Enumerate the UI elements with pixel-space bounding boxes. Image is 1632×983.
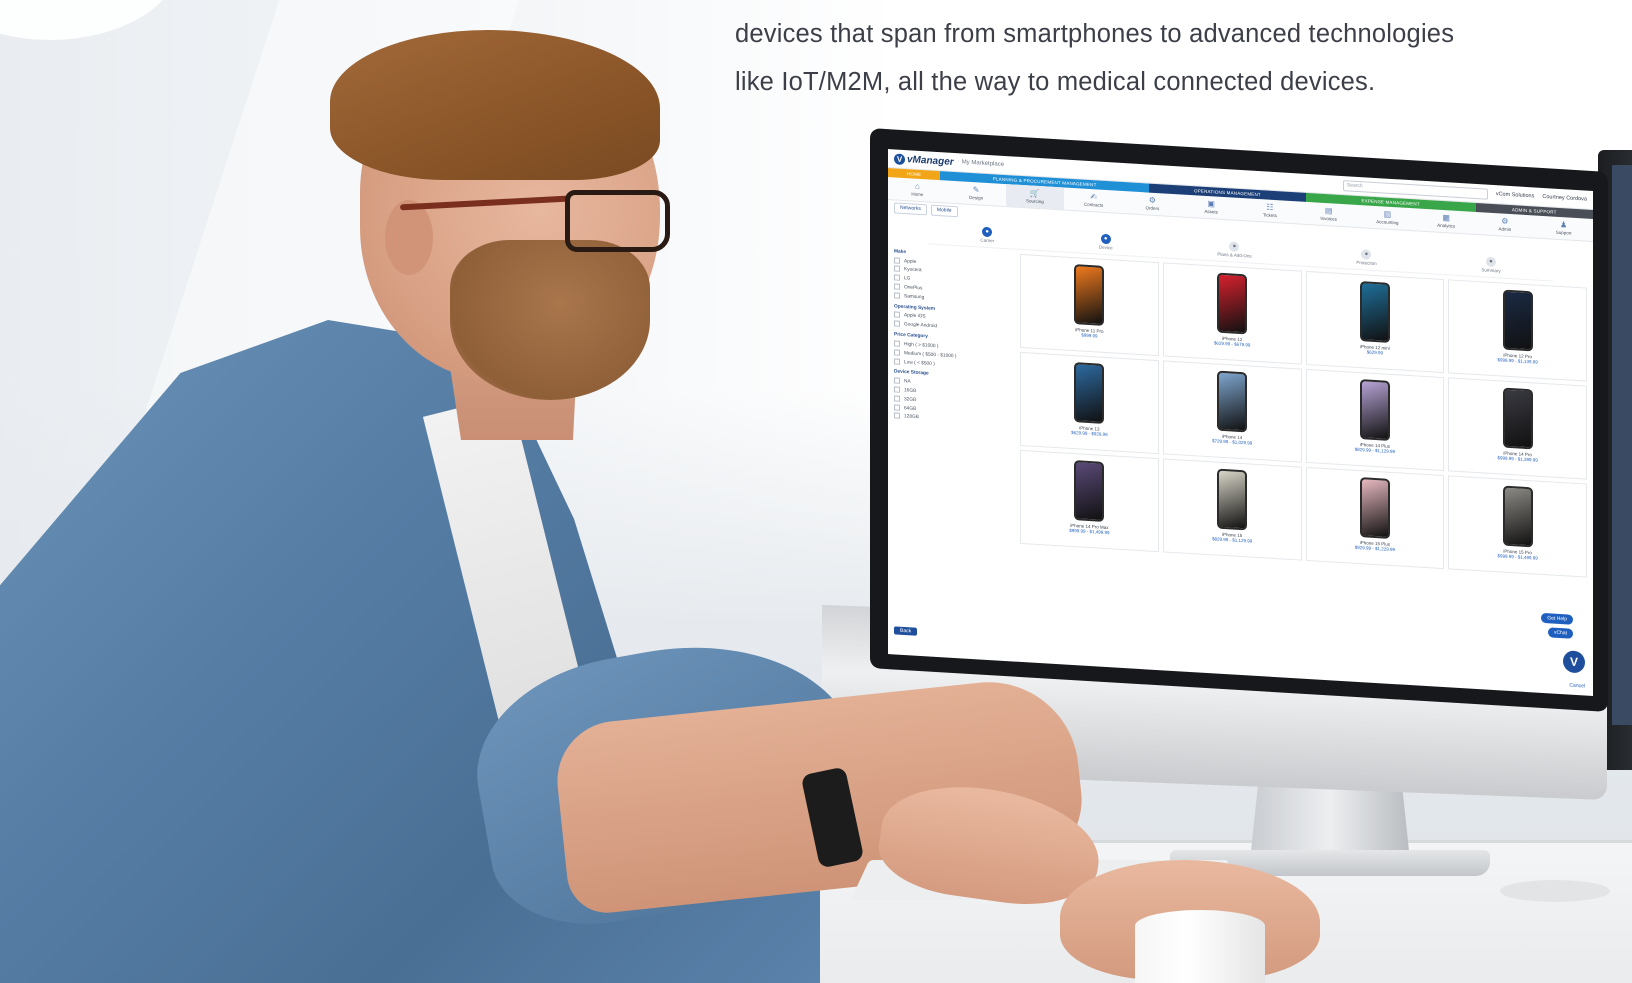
device-card: iPhone 12 Pro $999.99 - $1,139.99 xyxy=(1448,279,1587,382)
back-button: Back xyxy=(894,626,918,636)
nav-item-label: Tickets xyxy=(1262,212,1277,219)
nav-item: ✍ Contracts xyxy=(1064,188,1123,213)
company-name: vCom Solutions xyxy=(1495,191,1535,200)
nav-item: ▤ Invoices xyxy=(1299,201,1358,226)
step: ● Device xyxy=(1098,233,1113,251)
nav-item: ♟ Support xyxy=(1534,215,1593,240)
nav-item: ⌂ Home xyxy=(888,177,947,202)
nav-item-label: Orders xyxy=(1145,205,1160,212)
nav-item: ▥ Accounting xyxy=(1358,205,1417,230)
step-icon: ● xyxy=(1100,233,1111,245)
cancel-link: Cancel xyxy=(1569,682,1585,690)
second-monitor-screen xyxy=(1612,165,1632,725)
device-grid: iPhone 11 Pro $999.99 iPhone 12 $629.99 - $… xyxy=(1020,253,1587,578)
step-label: Plans & Add-Ons xyxy=(1217,251,1252,259)
copy-line-1: devices that span from smartphones to ad… xyxy=(735,20,1455,48)
nav-item-label: Analytics xyxy=(1437,222,1456,229)
nav-item-label: Admin xyxy=(1498,226,1512,233)
user-name: Courtney Cordova xyxy=(1542,193,1587,203)
phone-image xyxy=(1502,289,1533,352)
nav-item-label: Contracts xyxy=(1083,201,1104,208)
phone-image xyxy=(1502,387,1533,450)
logo-v-icon: V xyxy=(894,152,905,165)
device-card: iPhone 14 $729.99 - $1,029.99 xyxy=(1162,360,1302,463)
phone-image xyxy=(1502,485,1533,548)
copy-line-2: like IoT/M2M, all the way to medical con… xyxy=(735,68,1376,96)
coffee-cup xyxy=(1135,910,1265,983)
logo-text: vManager xyxy=(907,153,954,168)
filter-panel: Make Apple Kyocera LG OnePlus Samsung Operatin… xyxy=(894,246,1014,543)
vchat-button: vChat xyxy=(1547,627,1573,639)
nav-item-label: Assets xyxy=(1204,208,1218,215)
step: ● Protection xyxy=(1356,249,1377,267)
person-ear xyxy=(385,200,433,275)
get-help-button: Get Help xyxy=(1541,612,1573,625)
step-icon: ● xyxy=(1229,241,1240,252)
step: ● Summary xyxy=(1481,256,1501,274)
nav-item: ▦ Analytics xyxy=(1417,208,1476,233)
background-circle xyxy=(0,0,180,40)
nav-item: ▣ Assets xyxy=(1182,195,1241,220)
glasses-icon xyxy=(565,190,670,252)
step: ● Carrier xyxy=(980,226,995,244)
tab: Networks xyxy=(894,202,927,216)
device-card: iPhone 14 Plus $829.99 - $1,129.99 xyxy=(1305,368,1445,472)
phone-image xyxy=(1359,281,1390,343)
step-label: Summary xyxy=(1481,267,1501,274)
nav-item-label: Support xyxy=(1555,229,1572,236)
step-icon: ● xyxy=(1485,256,1496,268)
device-card: iPhone 15 $829.99 - $1,129.99 xyxy=(1162,458,1302,561)
device-card: iPhone 15 Pro $999.99 - $1,499.99 xyxy=(1448,475,1587,578)
phone-image xyxy=(1359,379,1390,441)
device-card: iPhone 15 Plus $929.99 - $1,229.99 xyxy=(1305,466,1445,570)
nav-item-label: Design xyxy=(969,194,984,201)
step-icon: ● xyxy=(982,226,993,238)
tab: Mobile xyxy=(930,204,958,218)
person-beard xyxy=(450,240,650,400)
app-subtitle: My Marketplace xyxy=(961,159,1005,168)
step-label: Protection xyxy=(1356,259,1377,267)
nav-item: ⚙ Admin xyxy=(1476,212,1535,237)
step: ● Plans & Add-Ons xyxy=(1217,241,1252,259)
step-label: Carrier xyxy=(980,237,995,244)
phone-image xyxy=(1359,477,1390,539)
device-card: iPhone 14 Pro $999.99 - $1,399.99 xyxy=(1448,377,1587,480)
phone-image xyxy=(1217,370,1248,433)
person-hair xyxy=(330,30,660,180)
step-icon: ● xyxy=(1361,249,1372,260)
nav-item: ⚙ Orders xyxy=(1123,191,1182,216)
hero-image: devices that span from smartphones to ad… xyxy=(0,0,1632,983)
phone-image xyxy=(1217,468,1248,531)
nav-item-label: Sourcing xyxy=(1025,198,1044,205)
device-card: iPhone 12 $629.99 - $679.99 xyxy=(1162,262,1302,365)
phone-image xyxy=(1074,460,1105,522)
phone-image xyxy=(1074,264,1105,326)
device-card: iPhone 14 Pro Max $999.99 - $1,499.99 xyxy=(1020,449,1159,553)
marketing-copy: devices that span from smartphones to ad… xyxy=(735,10,1595,106)
chat-bubble-icon: V xyxy=(1563,650,1585,674)
nav-item: ✎ Design xyxy=(947,181,1006,206)
nav-item: ☷ Tickets xyxy=(1241,198,1300,223)
monitor-screen: VvManager My Marketplace Search vCom Sol… xyxy=(888,149,1593,696)
device-card: iPhone 13 $629.99 - $929.99 xyxy=(1020,351,1159,455)
app-logo: VvManager xyxy=(894,152,954,168)
nav-item: 🛒 Sourcing xyxy=(1005,184,1065,210)
nav-item-label: Home xyxy=(911,191,924,198)
device-card: iPhone 11 Pro $999.99 xyxy=(1020,253,1159,357)
phone-image xyxy=(1217,272,1248,335)
mouse xyxy=(1500,880,1610,902)
step-label: Device xyxy=(1098,244,1113,251)
nav-item-label: Accounting xyxy=(1376,219,1399,226)
phone-image xyxy=(1074,362,1105,424)
catalog-body: Make Apple Kyocera LG OnePlus Samsung Operatin… xyxy=(888,244,1593,580)
device-card: iPhone 12 mini $629.99 xyxy=(1305,270,1445,374)
nav-item-label: Invoices xyxy=(1320,215,1337,222)
